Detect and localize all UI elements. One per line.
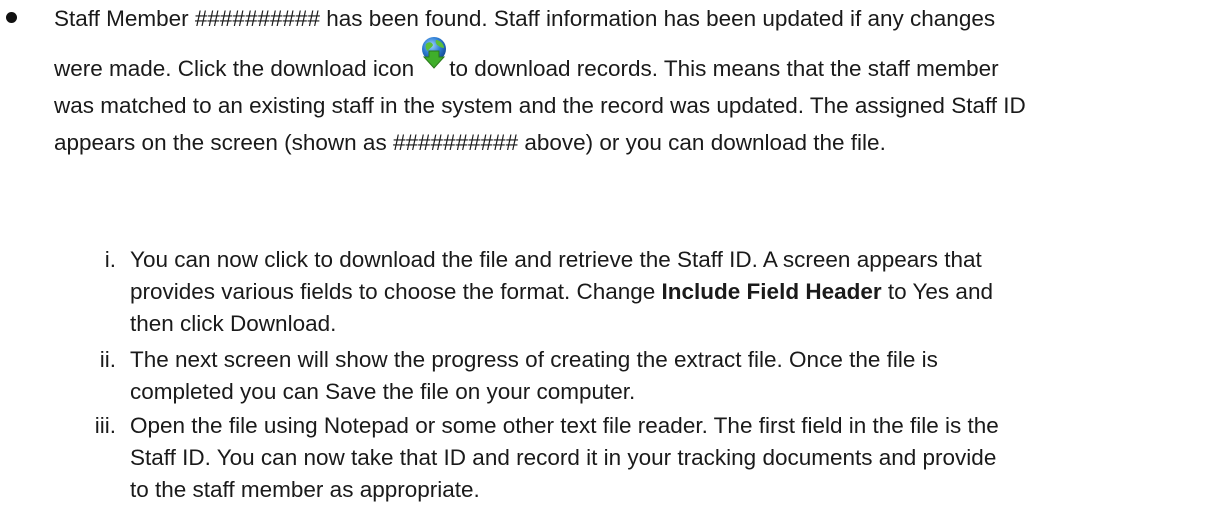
bullet-dot xyxy=(6,12,17,23)
step-line: Staff ID. You can now take that ID and r… xyxy=(130,445,997,470)
step-marker: ii. xyxy=(99,347,116,372)
download-globe-icon[interactable] xyxy=(420,37,448,80)
bullet-line-2-before: were made. Click the download icon xyxy=(54,56,415,81)
step-line: You can now click to download the file a… xyxy=(130,247,982,272)
bullet-line-1: Staff Member ########## has been found. … xyxy=(54,6,996,31)
step-line: completed you can Save the file on your … xyxy=(130,379,636,404)
step-text: The next screen will show the progress o… xyxy=(130,344,1220,408)
step-text: Open the file using Notepad or some othe… xyxy=(130,410,1220,506)
field-name-bold: Include Field Header xyxy=(661,279,882,304)
step-line: then click Download. xyxy=(130,311,337,336)
step-marker: i. xyxy=(104,247,116,272)
bullet-line-3: was matched to an existing staff in the … xyxy=(54,93,1026,118)
step-line: Open the file using Notepad or some othe… xyxy=(130,413,999,438)
bullet-line-2: were made. Click the download icon to do… xyxy=(54,37,1226,87)
step-line-segment: to Yes and xyxy=(881,279,993,304)
step-line: provides various fields to choose the fo… xyxy=(130,276,1220,308)
step-line: The next screen will show the progress o… xyxy=(130,347,938,372)
bullet-line-2-after: to download records. This means that the… xyxy=(449,56,999,81)
bullet-paragraph: Staff Member ########## has been found. … xyxy=(54,0,1226,161)
step-line: to the staff member as appropriate. xyxy=(130,477,480,502)
bullet-line-4: appears on the screen (shown as ########… xyxy=(54,130,886,155)
step-line-segment: provides various fields to choose the fo… xyxy=(130,279,662,304)
step-text: You can now click to download the file a… xyxy=(130,244,1220,340)
step-marker: iii. xyxy=(94,413,116,438)
document: Staff Member ########## has been found. … xyxy=(0,0,1230,508)
